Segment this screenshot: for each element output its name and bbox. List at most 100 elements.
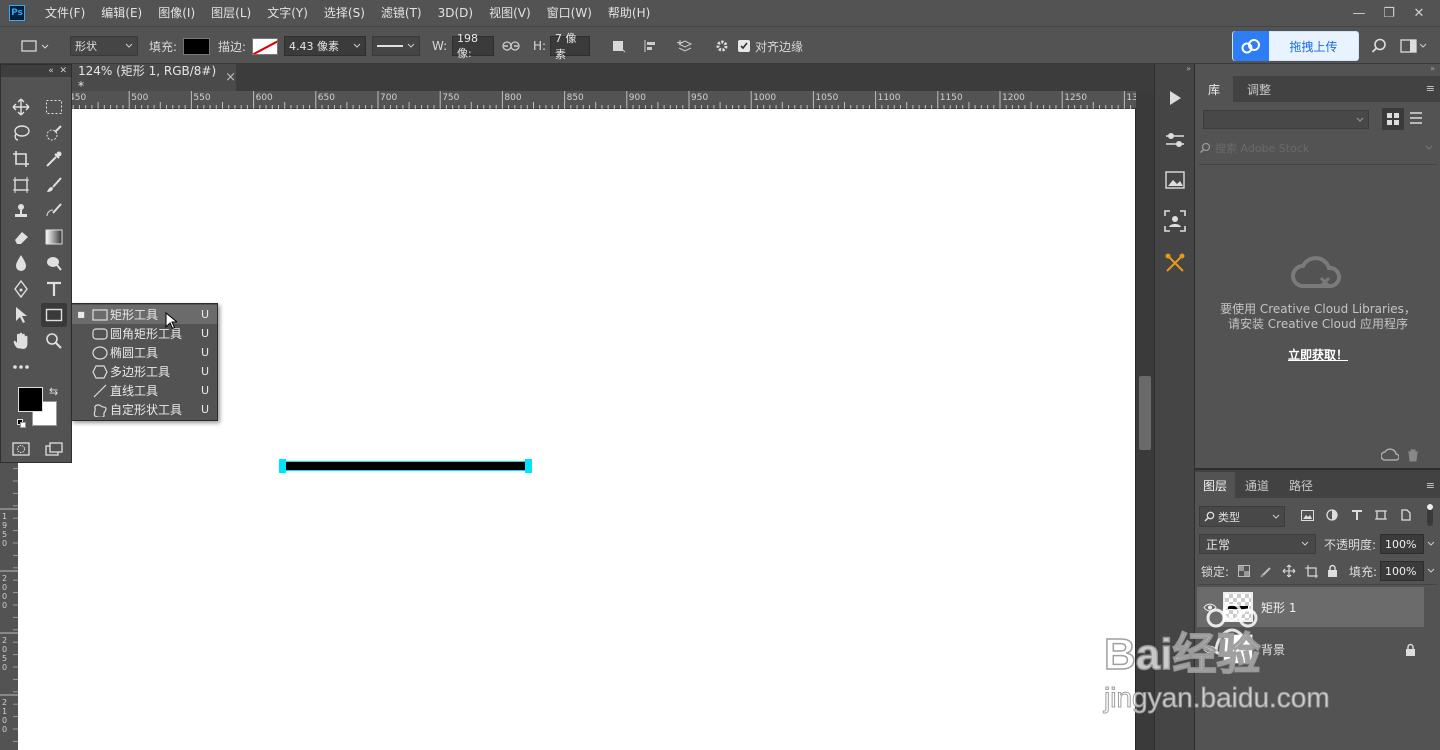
path-alignment-icon[interactable] [644, 27, 658, 65]
gear-icon[interactable] [714, 27, 730, 65]
library-select[interactable] [1203, 110, 1369, 129]
stroke-type-select[interactable] [372, 36, 420, 56]
fill-field[interactable]: 100% [1380, 561, 1424, 581]
get-now-link[interactable]: 立即获取！ [1195, 346, 1440, 363]
foreground-color-swatch[interactable] [18, 387, 43, 412]
menu-view[interactable]: 视图(V) [481, 0, 539, 26]
layer-row-background[interactable]: 背景 [1197, 629, 1424, 669]
stroke-width-field[interactable]: 4.43 像素 [284, 36, 366, 56]
filter-toggle[interactable] [1427, 504, 1433, 526]
flyout-item-polygon[interactable]: 多边形工具 U [72, 362, 217, 381]
minimize-button[interactable]: — [1344, 2, 1374, 24]
filter-type-icon[interactable] [1351, 509, 1363, 521]
clone-stamp-tool-icon[interactable] [8, 199, 34, 223]
upload-button[interactable]: 拖拽上传 [1232, 31, 1359, 61]
menu-select[interactable]: 选择(S) [316, 0, 373, 26]
filter-adjustment-icon[interactable] [1326, 509, 1338, 521]
anchor-point-right-bottom[interactable] [525, 466, 532, 473]
tab-paths[interactable]: 路径 [1279, 472, 1323, 498]
zoom-tool-icon[interactable] [41, 329, 67, 353]
eyedropper-tool-icon[interactable] [41, 147, 67, 171]
default-colors-icon[interactable] [17, 419, 27, 429]
tab-library[interactable]: 库 [1195, 76, 1233, 102]
lasso-tool-icon[interactable] [8, 121, 34, 145]
opacity-field[interactable]: 100% [1380, 534, 1424, 554]
lock-position-icon[interactable] [1305, 565, 1318, 578]
move-tool-icon[interactable] [8, 95, 34, 119]
anchor-point-left-bottom[interactable] [279, 466, 286, 473]
layers-panel-menu-icon[interactable]: ≡ [1426, 479, 1435, 492]
menu-type[interactable]: 文字(Y) [259, 0, 316, 26]
anchor-point-left[interactable] [279, 459, 286, 466]
frame-tool-icon[interactable] [8, 173, 34, 197]
quick-selection-tool-icon[interactable] [41, 121, 67, 145]
menu-layer[interactable]: 图层(L) [203, 0, 259, 26]
flyout-item-rectangle[interactable]: ■ 矩形工具 U [72, 305, 217, 324]
lock-all-icon[interactable] [1327, 564, 1338, 577]
list-view-icon[interactable] [1410, 112, 1422, 124]
face-detection-icon[interactable] [1158, 205, 1192, 237]
tab-adjustments[interactable]: 调整 [1233, 76, 1285, 102]
more-tools-icon[interactable] [8, 355, 34, 379]
tool-preset-picker[interactable] [20, 27, 50, 65]
stroke-swatch[interactable] [252, 37, 278, 55]
link-dimensions-icon[interactable] [502, 27, 520, 65]
workspace-switcher-icon[interactable] [1400, 27, 1428, 65]
restore-button[interactable]: ❐ [1374, 2, 1404, 24]
filter-shape-icon[interactable] [1375, 509, 1387, 521]
grid-view-icon[interactable] [1382, 108, 1404, 130]
panel-menu-icon[interactable]: ≡ [1426, 82, 1435, 95]
filter-smart-object-icon[interactable] [1399, 509, 1411, 521]
document-tab[interactable]: 124% (矩形 1, RGB/8#) * × [72, 64, 236, 93]
close-window-button[interactable]: ✕ [1404, 2, 1434, 24]
swap-colors-icon[interactable]: ⇆ [49, 385, 58, 398]
menu-help[interactable]: 帮助(H) [600, 0, 658, 26]
lock-pixels-icon[interactable] [1260, 565, 1273, 578]
eraser-tool-icon[interactable] [8, 225, 34, 249]
stock-search-field[interactable]: 搜索 Adobe Stock [1199, 138, 1433, 158]
menu-3d[interactable]: 3D(D) [430, 0, 481, 26]
close-tab-icon[interactable]: × [225, 70, 236, 85]
lock-artboard-icon[interactable] [1282, 564, 1296, 578]
menu-image[interactable]: 图像(I) [150, 0, 203, 26]
visibility-eye-icon[interactable] [1197, 603, 1223, 612]
quick-mask-icon[interactable] [8, 437, 34, 461]
flyout-item-rounded-rectangle[interactable]: 圆角矩形工具 U [72, 324, 217, 343]
collapse-icon[interactable]: « ✕ [48, 66, 67, 76]
path-operations-icon[interactable] [612, 27, 626, 65]
blur-tool-icon[interactable] [8, 251, 34, 275]
image-panel-icon[interactable] [1158, 164, 1192, 196]
layer-row-rectangle[interactable]: 矩形 1 [1197, 587, 1424, 627]
tools-panel-header[interactable]: « ✕ [1, 65, 71, 77]
align-edges-checkbox[interactable] [738, 40, 750, 52]
history-brush-tool-icon[interactable] [41, 199, 67, 223]
tab-layers[interactable]: 图层 [1195, 472, 1235, 498]
rectangle-shape[interactable] [282, 461, 530, 471]
menu-filter[interactable]: 滤镜(T) [373, 0, 430, 26]
pen-tool-icon[interactable] [8, 277, 34, 301]
crop-tool-icon[interactable] [8, 147, 34, 171]
scrollbar-thumb[interactable] [1139, 376, 1151, 450]
menu-edit[interactable]: 编辑(E) [93, 0, 150, 26]
trash-icon[interactable] [1407, 449, 1419, 462]
menu-file[interactable]: 文件(F) [37, 0, 93, 26]
vertical-scrollbar[interactable] [1136, 91, 1154, 750]
document-canvas[interactable] [18, 109, 1135, 750]
screen-mode-icon[interactable] [41, 437, 67, 461]
gradient-tool-icon[interactable] [41, 225, 67, 249]
filter-pixel-icon[interactable] [1301, 510, 1314, 521]
type-tool-icon[interactable] [41, 277, 67, 301]
flyout-item-custom-shape[interactable]: 自定形状工具 U [72, 400, 217, 419]
height-field[interactable]: 7 像素 [550, 32, 590, 61]
library-sync-icon[interactable] [1381, 448, 1399, 462]
path-selection-tool-icon[interactable] [8, 303, 34, 327]
play-actions-icon[interactable] [1158, 82, 1192, 114]
menu-window[interactable]: 窗口(W) [539, 0, 600, 26]
properties-icon[interactable] [1158, 124, 1192, 156]
flyout-item-line[interactable]: 直线工具 U [72, 381, 217, 400]
chevron-down-icon[interactable] [1427, 568, 1435, 574]
path-arrangement-icon[interactable] [676, 27, 694, 65]
width-field[interactable]: 198 像: [452, 32, 494, 60]
layer-filter-select[interactable]: 类型 [1199, 506, 1285, 527]
marquee-tool-icon[interactable] [41, 95, 67, 119]
